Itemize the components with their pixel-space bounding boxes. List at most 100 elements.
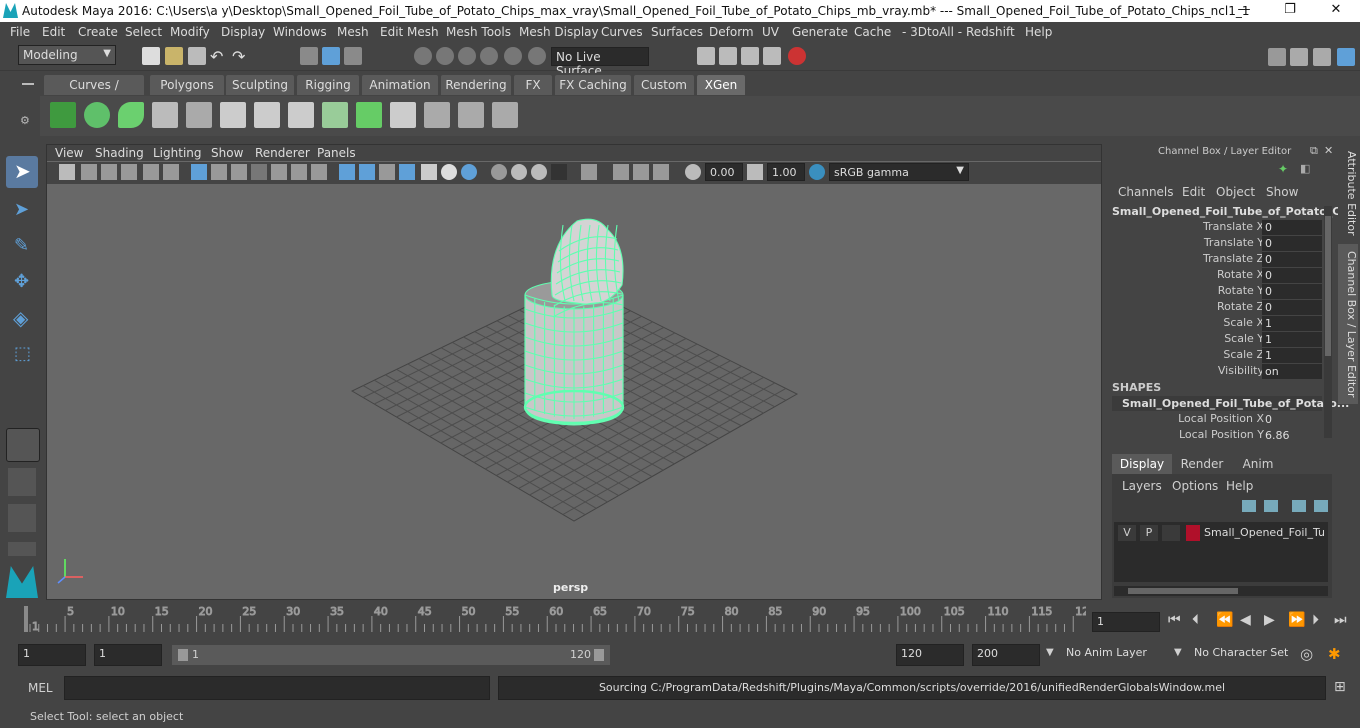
- select-tool-icon[interactable]: ➤: [6, 156, 38, 188]
- menu-mesh[interactable]: Mesh: [337, 25, 369, 39]
- channel-value[interactable]: 0: [1262, 236, 1322, 251]
- menu-edit-mesh[interactable]: Edit Mesh: [380, 25, 439, 39]
- toggle-tool-settings-icon[interactable]: [1313, 48, 1331, 66]
- auto-key-icon[interactable]: ◎: [1300, 645, 1313, 663]
- xgen-guide-length-icon[interactable]: [322, 102, 348, 128]
- channel-rotate-y[interactable]: Rotate Y0: [1108, 284, 1322, 300]
- channel-value[interactable]: 1: [1262, 316, 1322, 331]
- channel-value[interactable]: on: [1262, 364, 1322, 379]
- xgen-add-guide-icon[interactable]: [220, 102, 246, 128]
- tab-rendering[interactable]: Rendering: [441, 75, 511, 95]
- tab-custom[interactable]: Custom: [634, 75, 694, 95]
- toggle-attribute-editor-icon[interactable]: [1290, 48, 1308, 66]
- step-back-frame-icon[interactable]: ⏴: [1192, 612, 1199, 628]
- layer-playback-toggle[interactable]: P: [1140, 525, 1158, 541]
- channel-local-position-x[interactable]: Local Position X0: [1108, 412, 1322, 428]
- bookmark-icon[interactable]: [101, 164, 117, 180]
- outliner-layout-icon[interactable]: [8, 542, 36, 556]
- snap-view-plane-icon[interactable]: [480, 47, 498, 65]
- select-component-icon[interactable]: [344, 47, 362, 65]
- resolution-gate-icon[interactable]: [231, 164, 247, 180]
- camera-attributes-icon[interactable]: [81, 164, 97, 180]
- menu-mesh-tools[interactable]: Mesh Tools: [446, 25, 511, 39]
- layer-tab-display[interactable]: Display: [1112, 454, 1172, 474]
- minimize-button[interactable]: —: [1222, 2, 1266, 20]
- channel-value[interactable]: 0: [1262, 284, 1322, 299]
- xgen-create-description-icon[interactable]: [118, 102, 144, 128]
- script-language-label[interactable]: MEL: [28, 681, 53, 695]
- color-management-icon[interactable]: [809, 164, 825, 180]
- cb-menu-channels[interactable]: Channels: [1118, 185, 1174, 199]
- xray-icon[interactable]: [613, 164, 629, 180]
- exposure-icon[interactable]: [685, 164, 701, 180]
- xgen-grid-icon[interactable]: [356, 102, 382, 128]
- shelf-menu-icon[interactable]: [22, 83, 34, 85]
- textured-icon[interactable]: [421, 164, 437, 180]
- menu-surfaces[interactable]: Surfaces: [651, 25, 703, 39]
- character-set-dropdown[interactable]: No Character Set: [1190, 644, 1294, 666]
- snap-grid-icon[interactable]: [414, 47, 432, 65]
- move-layer-up-icon[interactable]: [1242, 500, 1256, 512]
- shape-name[interactable]: Small_Opened_Foil_Tube_of_Potato...: [1122, 397, 1349, 410]
- channel-value[interactable]: 1: [1262, 348, 1322, 363]
- shadows-icon[interactable]: [461, 164, 477, 180]
- xgen-groom-brush-icon[interactable]: [424, 102, 450, 128]
- screen-space-ao-icon[interactable]: [491, 164, 507, 180]
- channel-value[interactable]: 0: [1262, 252, 1322, 267]
- new-layer-icon[interactable]: [1292, 500, 1306, 512]
- xgen-lock-guides-icon[interactable]: [288, 102, 314, 128]
- channel-value[interactable]: 6.86: [1262, 428, 1322, 443]
- image-plane-icon[interactable]: [121, 164, 137, 180]
- menu-3dtoall[interactable]: - 3DtoAll -: [902, 25, 962, 39]
- field-chart-icon[interactable]: [271, 164, 287, 180]
- time-slider-track[interactable]: 15 10 15 20 25 30 35 40 45 50 55 60 65 70 75 80 85 90 95 10…: [18, 604, 1090, 634]
- live-surface-field[interactable]: No Live Surface: [551, 47, 649, 78]
- xgen-fx-icon[interactable]: [458, 102, 484, 128]
- channel-visibility[interactable]: Visibility on: [1108, 364, 1322, 380]
- xray-active-components-icon[interactable]: [653, 164, 669, 180]
- viewport-menu-panels[interactable]: Panels: [317, 146, 356, 160]
- 2d-pan-zoom-icon[interactable]: [143, 164, 159, 180]
- channel-scale-y[interactable]: Scale Y1: [1108, 332, 1322, 348]
- smooth-shade-icon[interactable]: [359, 164, 375, 180]
- film-gate-icon[interactable]: [211, 164, 227, 180]
- redo-icon[interactable]: ↷: [232, 47, 250, 66]
- tab-sculpting[interactable]: Sculpting: [226, 75, 294, 95]
- layer-tab-anim[interactable]: Anim: [1232, 454, 1284, 474]
- scale-tool-icon[interactable]: ⬚: [6, 340, 38, 372]
- wireframe-on-shaded-icon[interactable]: [399, 164, 415, 180]
- ipr-render-icon[interactable]: [741, 47, 759, 65]
- channel-value[interactable]: 0: [1262, 220, 1322, 235]
- wireframe-icon[interactable]: [339, 164, 355, 180]
- step-forward-key-icon[interactable]: ⏩: [1288, 612, 1305, 628]
- object-name[interactable]: Small_Opened_Foil_Tube_of_Potato_C...: [1112, 205, 1353, 218]
- menu-uv[interactable]: UV: [762, 25, 779, 39]
- current-frame-field[interactable]: 1: [1092, 612, 1160, 632]
- tab-curves-surfaces[interactable]: Curves / Surfaces: [44, 75, 144, 112]
- xgen-delete-icon[interactable]: [492, 102, 518, 128]
- workspace-icon[interactable]: [1268, 48, 1286, 66]
- layer-horizontal-scrollbar[interactable]: [1114, 586, 1328, 596]
- channel-rotate-x[interactable]: Rotate X0: [1108, 268, 1322, 284]
- lasso-tool-icon[interactable]: ➤: [6, 196, 38, 228]
- viewport-menu-renderer[interactable]: Renderer: [255, 146, 310, 160]
- channel-translate-z[interactable]: Translate Z0: [1108, 252, 1322, 268]
- gate-mask-icon[interactable]: [251, 164, 267, 180]
- open-scene-icon[interactable]: [165, 47, 183, 65]
- save-scene-icon[interactable]: [188, 47, 206, 65]
- layer-visibility-toggle[interactable]: V: [1118, 525, 1136, 541]
- render-view-icon[interactable]: [763, 47, 781, 65]
- menu-file[interactable]: File: [10, 25, 30, 39]
- viewport-menu-show[interactable]: Show: [211, 146, 243, 160]
- layer-tab-render[interactable]: Render: [1174, 454, 1230, 474]
- isolate-select-icon[interactable]: [581, 164, 597, 180]
- range-start-handle[interactable]: [178, 649, 188, 661]
- layer-display-type-toggle[interactable]: [1162, 525, 1180, 541]
- xgen-preview-icon[interactable]: [84, 102, 110, 128]
- playback-end-field[interactable]: 120: [896, 644, 964, 666]
- transform-axes-icon[interactable]: ✦: [1278, 162, 1292, 176]
- chevron-down-icon[interactable]: ▼: [1046, 647, 1054, 658]
- channel-translate-x[interactable]: Translate X0: [1108, 220, 1322, 236]
- xgen-add-guides-icon[interactable]: [152, 102, 178, 128]
- layer-name[interactable]: Small_Opened_Foil_Tube: [1204, 526, 1324, 539]
